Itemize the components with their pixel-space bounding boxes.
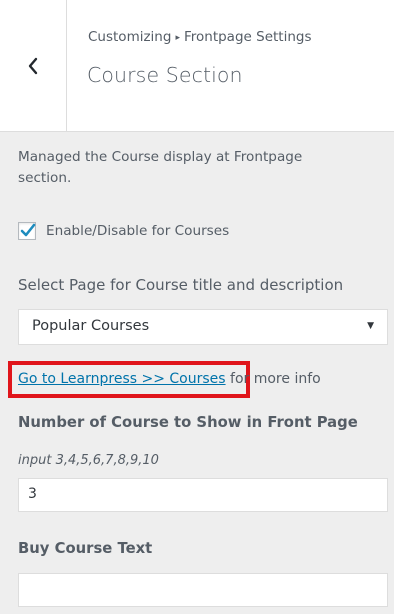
- chevron-left-icon: [28, 57, 38, 74]
- checkmark-icon: [20, 223, 36, 237]
- enable-courses-control: Enable/Disable for Courses: [18, 221, 229, 241]
- breadcrumb-root: Customizing: [88, 29, 172, 45]
- course-count-input[interactable]: 3: [18, 478, 388, 512]
- back-button[interactable]: [0, 0, 67, 131]
- learnpress-link-row: Go to Learnpress >> Courses for more inf…: [18, 371, 321, 387]
- enable-courses-checkbox[interactable]: [18, 222, 36, 240]
- course-count-hint: input 3,4,5,6,7,8,9,10: [18, 453, 159, 468]
- dropdown-arrow-icon: ▼: [367, 321, 374, 331]
- section-description: Managed the Course display at Frontpage …: [18, 149, 303, 186]
- page-select-title: Select Page for Course title and descrip…: [18, 276, 344, 294]
- customizer-header: Customizing ▸ Frontpage Settings Course Se…: [0, 0, 394, 132]
- breadcrumb-section: Frontpage Settings: [183, 29, 312, 45]
- panel-title: Course Section: [87, 63, 243, 87]
- course-page-select-value: Popular Courses: [32, 318, 150, 334]
- learnpress-courses-link[interactable]: Go to Learnpress >> Courses: [18, 371, 226, 387]
- course-count-title: Number of Course to Show in Front Page: [18, 414, 358, 431]
- buy-course-text-title: Buy Course Text: [18, 540, 153, 557]
- breadcrumb: Customizing ▸ Frontpage Settings: [88, 29, 312, 45]
- course-page-select[interactable]: Popular Courses ▼: [18, 309, 388, 345]
- learnpress-link-suffix: for more info: [230, 371, 321, 387]
- enable-courses-label[interactable]: Enable/Disable for Courses: [46, 223, 229, 239]
- course-count-value: 3: [28, 486, 37, 502]
- breadcrumb-separator: ▸: [175, 33, 180, 43]
- buy-course-text-input[interactable]: [18, 573, 388, 607]
